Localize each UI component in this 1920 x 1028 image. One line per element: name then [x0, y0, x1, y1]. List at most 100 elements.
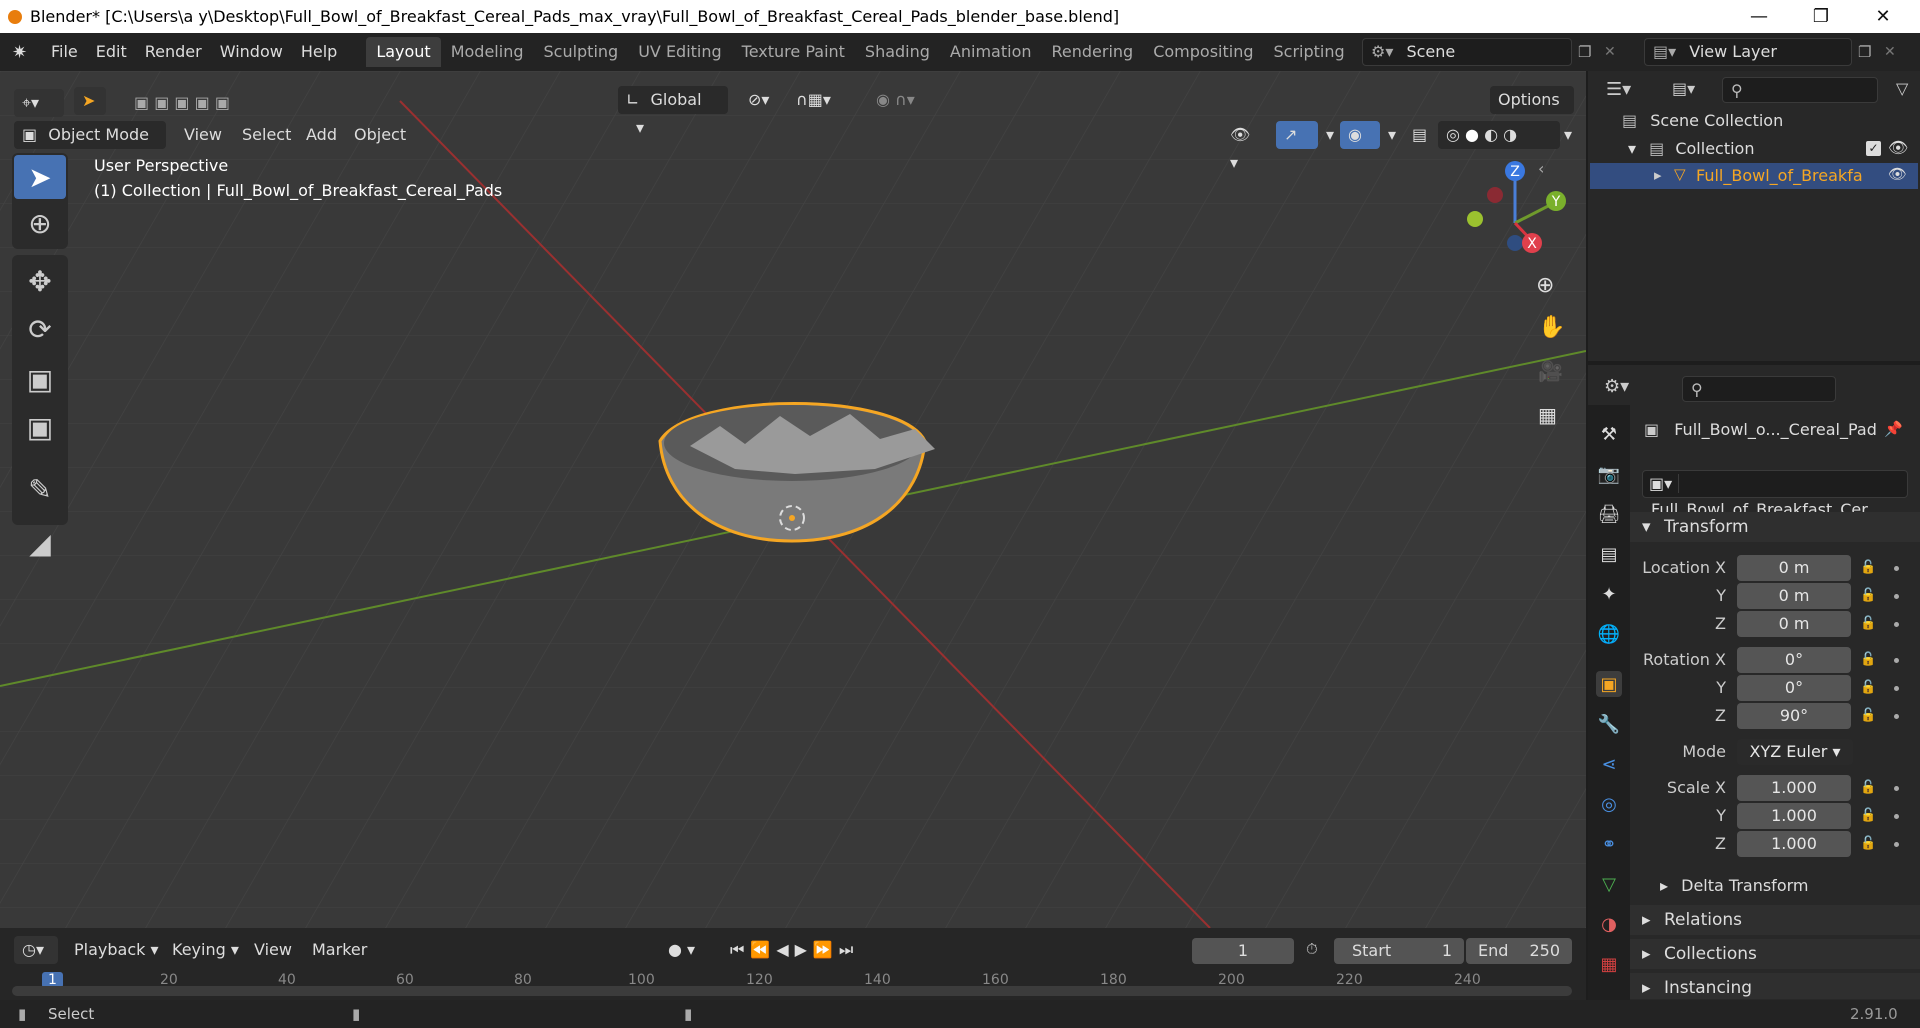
location-x-field[interactable]: 0 m — [1737, 555, 1851, 581]
transform-section-header[interactable]: ▾ Transform — [1630, 512, 1920, 542]
properties-search-input[interactable]: ⚲ — [1682, 376, 1836, 402]
keyframe-dot[interactable] — [1894, 686, 1899, 691]
tool-tab-icon[interactable]: ⚒ — [1596, 421, 1622, 447]
lock-icon[interactable]: 🔓 — [1860, 560, 1876, 575]
keyframe-dot[interactable] — [1894, 566, 1899, 571]
tab-layout[interactable]: Layout — [366, 37, 441, 67]
delta-transform-section[interactable]: ▸ Delta Transform — [1660, 876, 1808, 895]
lock-icon[interactable]: 🔓 — [1860, 588, 1876, 603]
keyframe-dot[interactable] — [1894, 658, 1899, 663]
lock-icon[interactable]: 🔓 — [1860, 708, 1876, 723]
lock-icon[interactable]: 🔓 — [1860, 780, 1876, 795]
keyframe-dot[interactable] — [1894, 814, 1899, 819]
start-frame-field[interactable]: Start 1 — [1334, 938, 1464, 964]
marker-menu[interactable]: Marker — [304, 936, 375, 964]
location-y-field[interactable]: 0 m — [1737, 583, 1851, 609]
shading-modes[interactable]: ◎ ● ◐ ◑ — [1438, 121, 1560, 149]
select-menu[interactable]: Select — [234, 121, 299, 149]
scene-tab-icon[interactable]: ✦ — [1596, 581, 1622, 607]
timeline-scrollbar[interactable] — [12, 986, 1572, 996]
delete-view-layer-icon[interactable]: ✕ — [1884, 44, 1896, 60]
modifier-tab-icon[interactable]: 🔧 — [1596, 711, 1622, 737]
keyframe-dot[interactable] — [1894, 594, 1899, 599]
rotate-tool-icon[interactable]: ⟳ — [14, 307, 66, 351]
lock-icon[interactable]: 🔓 — [1860, 836, 1876, 851]
3d-viewport[interactable]: ⌖▾ ➤ ▣ ▣ ▣ ▣ ▣ ∟ Global ▾ ⊘▾ ∩▦▾ ◉ ∩▾ Op… — [0, 71, 1586, 928]
keyframe-dot[interactable] — [1894, 714, 1899, 719]
record-icon[interactable]: ● ▾ — [660, 936, 708, 964]
visibility-icon[interactable]: 👁▾ — [1222, 121, 1266, 172]
lock-icon[interactable]: 🔓 — [1860, 652, 1876, 667]
maximize-button[interactable]: ❐ — [1790, 0, 1852, 33]
end-frame-field[interactable]: End 250 — [1466, 938, 1572, 964]
tab-sculpting[interactable]: Sculpting — [533, 37, 628, 67]
filter-icon[interactable]: ▽ — [1896, 79, 1908, 98]
new-view-layer-icon[interactable]: ❐ — [1858, 43, 1871, 61]
delete-scene-icon[interactable]: ✕ — [1604, 44, 1616, 60]
display-mode-icon[interactable]: ▤▾ — [1672, 79, 1695, 98]
outliner-object-row[interactable]: ▸ ▽ Full_Bowl_of_Breakfa 👁 — [1590, 163, 1918, 189]
transform-orientation[interactable]: ∟ Global ▾ — [618, 86, 728, 137]
object-mode-dropdown[interactable]: ▣ Object Mode ▾ — [14, 121, 166, 172]
selection-mode-icons[interactable]: ▣ ▣ ▣ ▣ ▣ — [126, 89, 258, 117]
scale-z-field[interactable]: 1.000 — [1737, 831, 1851, 857]
menu-edit[interactable]: Edit — [87, 37, 136, 67]
outliner-search-input[interactable]: ⚲ — [1722, 77, 1878, 103]
object-tab-icon[interactable]: ▣ — [1596, 671, 1622, 697]
output-tab-icon[interactable]: 🖨 — [1596, 501, 1622, 527]
chevron-down-icon[interactable]: ▾ — [1556, 121, 1580, 149]
collection-checkbox[interactable]: ✓ — [1866, 141, 1881, 156]
current-frame-field[interactable]: 1 — [1192, 938, 1294, 964]
lock-icon[interactable]: 🔓 — [1860, 808, 1876, 823]
tab-shading[interactable]: Shading — [855, 37, 940, 67]
playback-controls[interactable]: ⏮⏪◀▶⏩⏭ — [722, 936, 892, 964]
xray-icon[interactable]: ▤ — [1404, 121, 1438, 149]
outliner-editor-icon[interactable]: ☰▾ — [1606, 79, 1631, 100]
particles-tab-icon[interactable]: ⋖ — [1596, 751, 1622, 777]
minimize-button[interactable]: — — [1728, 0, 1790, 33]
chevron-left-icon[interactable]: ‹ — [1538, 159, 1544, 178]
tab-scripting[interactable]: Scripting — [1264, 37, 1355, 67]
pin-icon[interactable]: 📌 — [1884, 420, 1903, 438]
physics-tab-icon[interactable]: ◎ — [1596, 791, 1622, 817]
add-menu[interactable]: Add — [298, 121, 345, 149]
rotation-z-field[interactable]: 90° — [1737, 703, 1851, 729]
tab-animation[interactable]: Animation — [940, 37, 1042, 67]
expand-icon[interactable]: ▾ — [1628, 139, 1636, 158]
relations-section[interactable]: ▸ Relations — [1630, 905, 1920, 935]
options-dropdown[interactable]: Options ▾ — [1490, 86, 1574, 137]
keyframe-dot[interactable] — [1894, 786, 1899, 791]
keyframe-dot[interactable] — [1894, 622, 1899, 627]
instancing-section[interactable]: ▸ Instancing — [1630, 973, 1920, 999]
outliner-collection[interactable]: ▾ ▤ Collection — [1628, 139, 1754, 158]
blender-menu-icon[interactable]: ✷ — [12, 42, 36, 63]
view-layer-selector[interactable]: ▤▾ View Layer — [1644, 38, 1852, 66]
scale-y-field[interactable]: 1.000 — [1737, 803, 1851, 829]
proportional-edit-icon[interactable]: ◉ ∩▾ — [868, 86, 938, 114]
tab-rendering[interactable]: Rendering — [1042, 37, 1144, 67]
gizmo-toggle-icon[interactable]: ↗ — [1276, 121, 1318, 149]
menu-help[interactable]: Help — [292, 37, 346, 67]
perspective-grid-icon[interactable]: ▦ — [1538, 403, 1557, 427]
rotation-y-field[interactable]: 0° — [1737, 675, 1851, 701]
editor-type-icon[interactable]: ⌖▾ — [14, 89, 64, 117]
eye-icon[interactable]: 👁 — [1888, 138, 1908, 157]
object-datablock-field[interactable]: ▣▾ Full_Bowl_of_Breakfast_Cer... — [1642, 470, 1908, 519]
timeline-editor-icon[interactable]: ◷▾ — [14, 936, 58, 964]
menu-file[interactable]: File — [42, 37, 87, 67]
view-menu[interactable]: View — [176, 121, 230, 149]
new-scene-icon[interactable]: ❐ — [1578, 43, 1591, 61]
outliner-scene-collection[interactable]: ▤ Scene Collection — [1622, 111, 1783, 130]
expand-icon[interactable]: ▸ — [1654, 166, 1662, 184]
stopwatch-icon[interactable]: ⏱ — [1306, 940, 1318, 958]
chevron-down-icon[interactable]: ▾ — [1318, 121, 1340, 149]
select-tool-icon[interactable]: ➤ — [74, 87, 106, 115]
properties-editor-icon[interactable]: ⚙▾ — [1604, 376, 1629, 397]
snap-icon[interactable]: ∩▦▾ — [788, 86, 858, 114]
overlays-toggle-icon[interactable]: ◉ — [1340, 121, 1380, 149]
tab-uv-editing[interactable]: UV Editing — [628, 37, 731, 67]
zoom-icon[interactable]: ⊕ — [1536, 273, 1554, 298]
collections-section[interactable]: ▸ Collections — [1630, 939, 1920, 969]
tab-texture-paint[interactable]: Texture Paint — [732, 37, 855, 67]
tab-modeling[interactable]: Modeling — [441, 37, 534, 67]
